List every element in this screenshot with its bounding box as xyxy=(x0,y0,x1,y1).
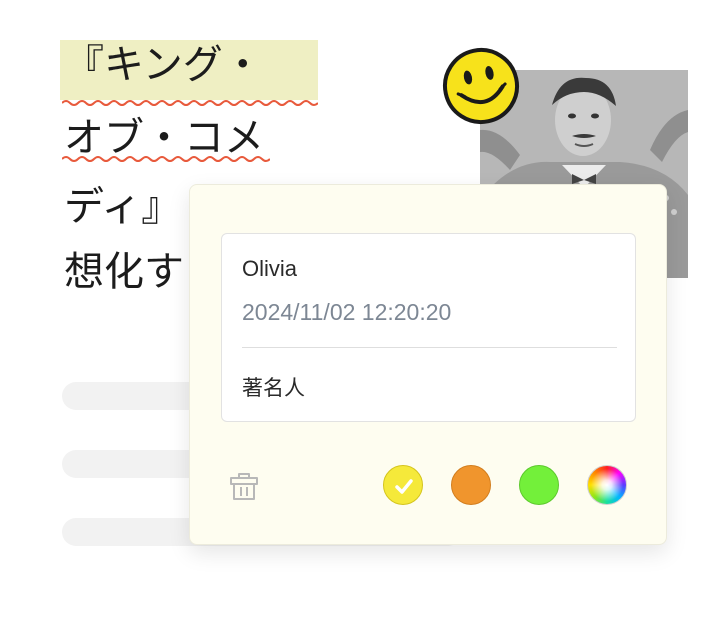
comment-card: Olivia 2024/11/02 12:20:20 著名人 xyxy=(221,233,636,422)
color-swatch-green[interactable] xyxy=(519,465,559,505)
check-icon xyxy=(395,479,413,494)
trash-icon[interactable] xyxy=(227,468,261,502)
comment-text[interactable]: 著名人 xyxy=(242,372,305,402)
divider xyxy=(242,347,617,348)
document-text-line: オブ・コメ xyxy=(64,115,264,161)
annotation-popover: Olivia 2024/11/02 12:20:20 著名人 xyxy=(189,184,667,545)
color-wheel-icon[interactable] xyxy=(587,465,627,505)
document-text-line: 想化す xyxy=(64,249,184,295)
comment-timestamp: 2024/11/02 12:20:20 xyxy=(242,299,452,325)
document-text-line: 『キング・ xyxy=(64,42,263,88)
color-swatch-orange[interactable] xyxy=(451,465,491,505)
smiley-face-icon[interactable] xyxy=(432,37,529,134)
document-text-line: ディ』 xyxy=(64,184,182,230)
spellcheck-underline xyxy=(62,156,270,162)
comment-author: Olivia xyxy=(242,256,298,281)
color-swatch-yellow[interactable] xyxy=(383,465,423,505)
spellcheck-underline xyxy=(62,100,318,106)
